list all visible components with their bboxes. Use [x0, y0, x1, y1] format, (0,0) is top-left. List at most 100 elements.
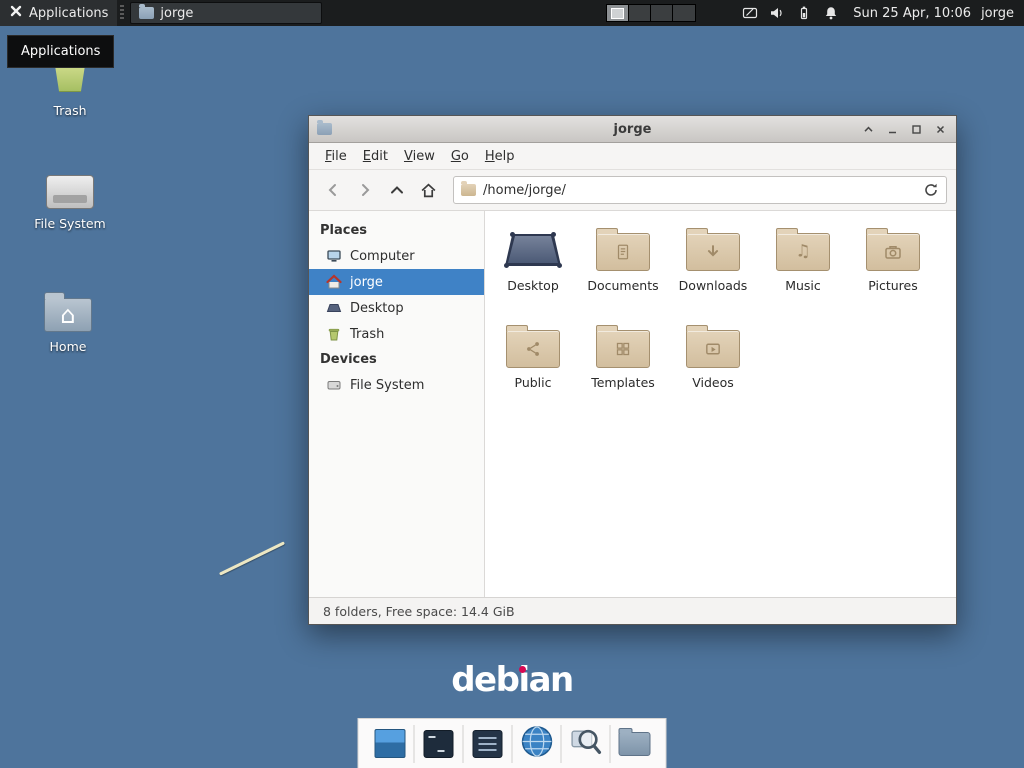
close-button[interactable] [933, 122, 948, 137]
file-label: Music [785, 278, 821, 293]
applications-menu-button[interactable]: Applications [0, 0, 117, 26]
file-item-templates[interactable]: Templates [578, 322, 668, 419]
forward-button[interactable] [350, 176, 379, 204]
desktop-folder-icon [504, 227, 562, 271]
dock-settings-launcher[interactable] [466, 723, 510, 765]
desktop-icon-label: Trash [53, 103, 86, 118]
pathbar [453, 176, 947, 204]
desktop-icon [326, 300, 342, 316]
bell-icon[interactable] [823, 5, 839, 21]
drive-icon [326, 377, 342, 393]
statusbar: 8 folders, Free space: 14.4 GiB [309, 597, 956, 624]
sidebar-item-jorge[interactable]: jorge [309, 269, 484, 295]
titlebar[interactable]: jorge [309, 116, 956, 143]
workspace-1[interactable] [607, 5, 629, 21]
xfce-logo-icon [9, 4, 23, 22]
pictures-folder-icon [866, 233, 920, 271]
templates-emblem-icon [615, 341, 632, 358]
sidebar-item-label: Trash [350, 327, 384, 342]
dock-browser-launcher[interactable] [515, 723, 559, 765]
video-emblem-icon [704, 340, 723, 359]
downloads-folder-icon [686, 233, 740, 271]
home-button[interactable] [414, 176, 443, 204]
sidebar-item-label: jorge [350, 275, 383, 290]
file-item-pictures[interactable]: Pictures [848, 225, 938, 322]
file-label: Desktop [507, 278, 559, 293]
camera-emblem-icon [883, 242, 903, 262]
dock-desktop-launcher[interactable] [368, 723, 412, 765]
sidebar-item-trash[interactable]: Trash [309, 321, 484, 347]
desktop-icon-home[interactable]: Home [23, 290, 113, 354]
menu-view[interactable]: View [396, 145, 443, 168]
file-label: Pictures [868, 278, 918, 293]
user-menu[interactable]: jorge [981, 6, 1014, 21]
workspace-switcher[interactable] [606, 4, 696, 22]
menu-file[interactable]: File [317, 145, 355, 168]
file-item-videos[interactable]: Videos [668, 322, 758, 419]
dock-separator [463, 725, 464, 763]
desktop-icon-filesystem[interactable]: File System [25, 170, 115, 231]
drive-icon [46, 175, 94, 209]
file-label: Templates [591, 375, 655, 390]
battery-icon[interactable] [796, 5, 812, 21]
dock-appfinder-launcher[interactable] [564, 723, 608, 765]
back-button[interactable] [318, 176, 347, 204]
reload-button[interactable] [923, 182, 939, 198]
menu-help[interactable]: Help [477, 145, 523, 168]
file-label: Public [515, 375, 552, 390]
dock [358, 718, 667, 768]
menubar: File Edit View Go Help [309, 143, 956, 170]
sidebar-item-computer[interactable]: Computer [309, 243, 484, 269]
file-item-desktop[interactable]: Desktop [488, 225, 578, 322]
dock-filemanager-launcher[interactable] [613, 723, 657, 765]
file-manager-icon [619, 732, 651, 756]
path-input[interactable] [483, 183, 916, 198]
documents-folder-icon [596, 233, 650, 271]
download-emblem-icon [704, 243, 722, 261]
debian-logo-text: debian [451, 660, 573, 700]
sidebar: Places Computer jorge Desktop [309, 211, 485, 597]
magnifier-icon [569, 725, 602, 762]
music-emblem-icon [795, 244, 810, 261]
dock-terminal-launcher[interactable] [417, 723, 461, 765]
up-button[interactable] [382, 176, 411, 204]
file-item-music[interactable]: Music [758, 225, 848, 322]
tablet-icon[interactable] [742, 5, 758, 21]
debian-logo-dot [519, 666, 526, 673]
sidebar-places-header: Places [309, 218, 484, 243]
sidebar-item-filesystem[interactable]: File System [309, 372, 484, 398]
file-item-downloads[interactable]: Downloads [668, 225, 758, 322]
volume-icon[interactable] [769, 5, 785, 21]
file-manager-window: jorge File Edit View Go Help [308, 115, 957, 625]
taskbar-item[interactable]: jorge [130, 2, 322, 24]
desktop-launcher-icon [374, 729, 405, 758]
trash-icon [326, 326, 342, 342]
desktop-icon-label: Home [50, 339, 87, 354]
menu-go[interactable]: Go [443, 145, 477, 168]
mouse-cursor [219, 541, 285, 575]
taskbar-item-label: jorge [160, 6, 193, 21]
clock[interactable]: Sun 25 Apr, 10:06 [853, 6, 971, 21]
debian-logo: debian [0, 660, 1024, 700]
toolbar [309, 170, 956, 211]
maximize-button[interactable] [909, 122, 924, 137]
dock-separator [512, 725, 513, 763]
home-folder-icon [44, 298, 92, 332]
top-panel: Applications jorge Sun 25 Apr, 10:06 jor… [0, 0, 1024, 26]
computer-icon [326, 248, 342, 264]
file-item-documents[interactable]: Documents [578, 225, 668, 322]
workspace-2[interactable] [629, 5, 651, 21]
shade-button[interactable] [861, 122, 876, 137]
sidebar-item-label: Desktop [350, 301, 404, 316]
minimize-button[interactable] [885, 122, 900, 137]
sidebar-item-desktop[interactable]: Desktop [309, 295, 484, 321]
menu-edit[interactable]: Edit [355, 145, 396, 168]
music-folder-icon [776, 233, 830, 271]
workspace-4[interactable] [673, 5, 695, 21]
panel-handle[interactable] [120, 5, 124, 21]
applications-tooltip: Applications [7, 35, 114, 68]
current-folder-icon [461, 184, 476, 196]
file-item-public[interactable]: Public [488, 322, 578, 419]
folder-icon [139, 7, 154, 19]
workspace-3[interactable] [651, 5, 673, 21]
